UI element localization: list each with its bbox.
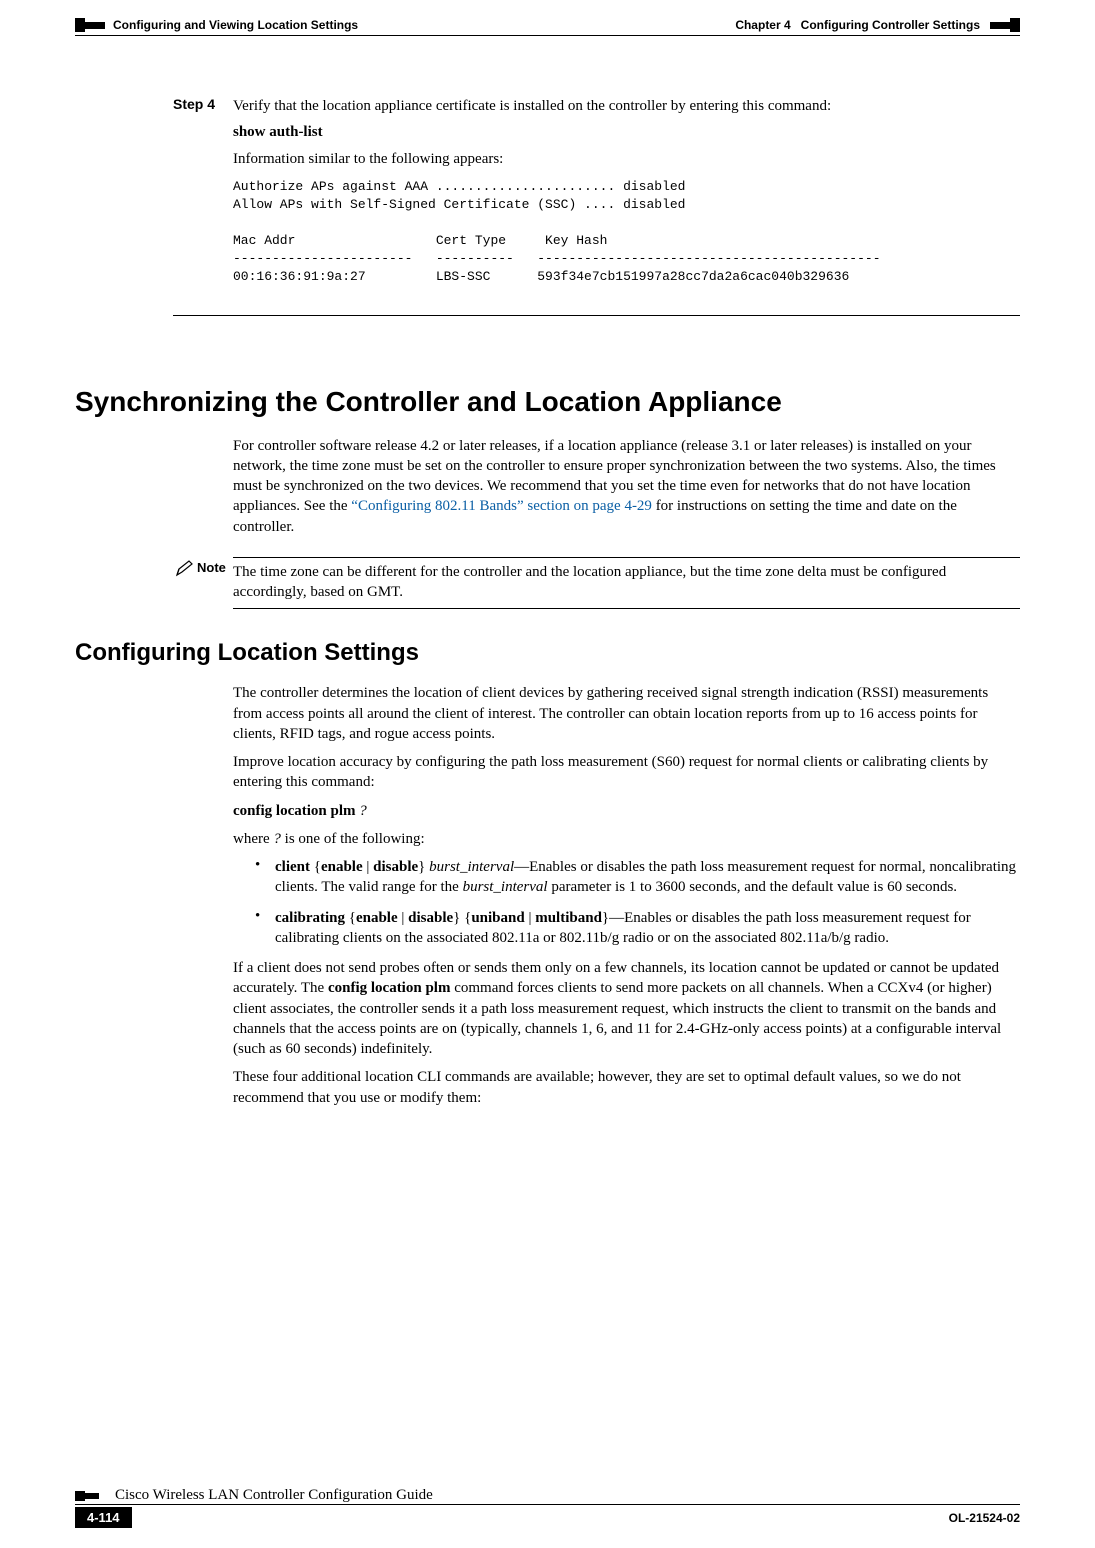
header-marker-left-icon [75,18,105,32]
step-4-info: Information similar to the following app… [233,149,1020,169]
bullet-italic: burst_interval [463,879,548,895]
bullet-bold: calibrating [275,910,345,926]
bullet-text-span: | [363,859,374,875]
bullet-text-span: } { [453,910,471,926]
step-4-command: show auth-list [233,124,1020,141]
footer-rule [75,1504,1020,1505]
locset-para2: Improve location accuracy by configuring… [233,752,1020,793]
bullet-bold: multiband [535,910,602,926]
bullet-text-span: parameter is 1 to 3600 seconds, and the … [548,879,957,895]
bullet-text-span: | [525,910,536,926]
header-chapter-label: Chapter 4 [735,18,790,32]
step-4-text: Verify that the location appliance certi… [233,96,1020,116]
header-chapter-title: Configuring Controller Settings [801,18,980,32]
pencil-icon [175,557,197,582]
header-marker-right-icon [990,18,1020,32]
bullet-bold: enable [356,910,398,926]
locset-command-prefix: config location plm [233,803,359,819]
footer-doc-title: Cisco Wireless LAN Controller Configurat… [107,1487,1020,1504]
list-item: • client {enable | disable} burst_interv… [255,857,1020,898]
step-4-row: Step 4 Verify that the location applianc… [173,96,1020,297]
locset-command-arg: ? [359,803,367,819]
bullet-text-span: } [418,859,429,875]
locset-where-suffix: is one of the following: [281,831,425,847]
bullet-list: • client {enable | disable} burst_interv… [255,857,1020,948]
sync-heading: Synchronizing the Controller and Locatio… [75,386,1020,418]
bullet-marker-icon: • [255,857,275,898]
locset-command: config location plm ? [233,801,1020,821]
bullet-bold: disable [373,859,418,875]
bullet-bold: disable [408,910,453,926]
locset-where-arg: ? [273,831,281,847]
bullet-bold: client [275,859,310,875]
list-item: • calibrating {enable | disable} {uniban… [255,908,1020,949]
footer-marker-left-icon [75,1491,99,1501]
header-section-title: Configuring and Viewing Location Setting… [113,18,358,32]
locset-para4: These four additional location CLI comma… [233,1067,1020,1108]
step-4-output: Authorize APs against AAA ..............… [233,178,1020,287]
step-end-rule [173,315,1020,316]
page-number-badge: 4-114 [75,1507,132,1528]
bullet-italic: burst_interval [429,859,514,875]
bullet-text-span: { [310,859,321,875]
page-footer: Cisco Wireless LAN Controller Configurat… [75,1487,1020,1528]
note-label: Note [197,557,233,575]
step-4-label: Step 4 [173,96,233,297]
sync-paragraph: For controller software release 4.2 or l… [233,436,1020,537]
bullet-marker-icon: • [255,908,275,949]
locset-heading: Configuring Location Settings [75,639,1020,667]
note-rule-top [233,557,1020,558]
sync-link[interactable]: “Configuring 802.11 Bands” section on pa… [351,498,652,514]
bullet-text-span: { [345,910,356,926]
locset-para3-b: config location plm [328,980,451,996]
note-text: The time zone can be different for the c… [233,562,1020,603]
locset-para3: If a client does not send probes often o… [233,958,1020,1059]
note-block: Note The time zone can be different for … [175,557,1020,610]
locset-where: where ? is one of the following: [233,829,1020,849]
note-rule-bottom [233,608,1020,609]
bullet-bold: enable [321,859,363,875]
locset-where-prefix: where [233,831,273,847]
locset-para1: The controller determines the location o… [233,683,1020,744]
bullet-bold: uniband [471,910,524,926]
bullet-text-span: | [398,910,409,926]
footer-doc-id: OL-21524-02 [949,1511,1020,1525]
page-header: Configuring and Viewing Location Setting… [75,0,1020,35]
